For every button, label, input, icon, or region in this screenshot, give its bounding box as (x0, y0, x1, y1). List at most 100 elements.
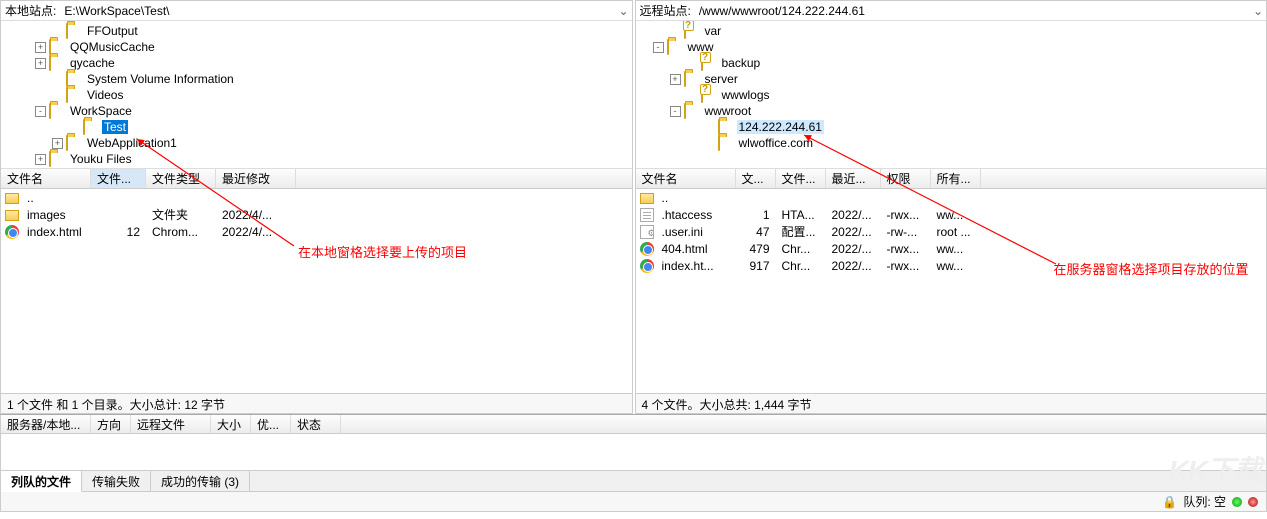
tree-row[interactable]: + QQMusicCache (1, 39, 632, 55)
list-item[interactable]: .htaccess1HTA...2022/...-rwx...ww... (636, 206, 1267, 223)
list-item[interactable]: images文件夹2022/4/... (1, 206, 632, 223)
bottom-status-bar: 🔒 队列: 空 (0, 492, 1267, 512)
tree-label[interactable]: qycache (68, 56, 117, 70)
transfer-col[interactable]: 远程文件 (131, 415, 211, 433)
tree-row[interactable]: -www (636, 39, 1267, 55)
cell: 479 (736, 242, 776, 256)
queue-status-label: 队列: 空 (1183, 493, 1226, 510)
column-header[interactable]: 文件名 (1, 169, 91, 188)
cell: Chrom... (146, 225, 216, 239)
tree-label[interactable]: System Volume Information (85, 72, 236, 86)
folder-icon (49, 56, 65, 70)
folder-icon (718, 120, 734, 134)
local-file-list[interactable]: ..images文件夹2022/4/...index.html12Chrom..… (1, 189, 632, 393)
transfer-header[interactable]: 服务器/本地...方向远程文件大小优...状态 (0, 414, 1267, 434)
transfer-col[interactable]: 优... (251, 415, 291, 433)
tree-toggle[interactable]: + (670, 74, 681, 85)
tree-row[interactable]: wwwlogs (636, 87, 1267, 103)
transfer-col[interactable]: 服务器/本地... (1, 415, 91, 433)
tree-row[interactable]: Test (1, 119, 632, 135)
folder-ic-icon (5, 193, 19, 204)
cell: .. (21, 191, 91, 205)
list-item[interactable]: .. (1, 189, 632, 206)
transfer-col[interactable]: 方向 (91, 415, 131, 433)
tree-row[interactable]: 124.222.244.61 (636, 119, 1267, 135)
tree-label[interactable]: FFOutput (85, 24, 140, 38)
folder-icon (718, 136, 734, 150)
remote-path-dropdown[interactable]: ⌄ (1250, 4, 1266, 18)
tree-toggle[interactable]: + (35, 42, 46, 53)
tree-toggle[interactable]: + (35, 58, 46, 69)
column-header[interactable]: 文... (736, 169, 776, 188)
folder-icon (66, 24, 82, 38)
cell: 2022/4/... (216, 225, 296, 239)
local-path-label: 本地站点: (1, 2, 60, 19)
column-header[interactable]: 最近... (826, 169, 881, 188)
column-header[interactable]: 文件名 (636, 169, 736, 188)
column-header[interactable]: 权限 (881, 169, 931, 188)
local-path-dropdown[interactable]: ⌄ (616, 4, 632, 18)
status-dot-red (1248, 497, 1258, 507)
transfer-col[interactable]: 状态 (291, 415, 341, 433)
tree-toggle[interactable]: + (35, 154, 46, 165)
tree-row[interactable]: var (636, 23, 1267, 39)
tree-row[interactable]: - WorkSpace (1, 103, 632, 119)
remote-list-header[interactable]: 文件名文...文件...最近...权限所有... (636, 169, 1267, 189)
tree-toggle[interactable]: - (670, 106, 681, 117)
folder-icon (49, 104, 65, 118)
tree-toggle[interactable]: - (35, 106, 46, 117)
remote-file-list[interactable]: ...htaccess1HTA...2022/...-rwx...ww....u… (636, 189, 1267, 393)
tree-label[interactable]: wwwlogs (720, 88, 772, 102)
tree-label[interactable]: backup (720, 56, 763, 70)
tree-row[interactable]: + WebApplication1 (1, 135, 632, 151)
tree-row[interactable]: Videos (1, 87, 632, 103)
list-item[interactable]: 404.html479Chr...2022/...-rwx...ww... (636, 240, 1267, 257)
tree-row[interactable]: + qycache (1, 55, 632, 71)
queue-tabs: 列队的文件传输失败成功的传输 (3) (0, 470, 1267, 492)
list-item[interactable]: index.ht...917Chr...2022/...-rwx...ww... (636, 257, 1267, 274)
tree-row[interactable]: +server (636, 71, 1267, 87)
tree-row[interactable]: backup (636, 55, 1267, 71)
cell: -rwx... (881, 259, 931, 273)
folder-icon (66, 88, 82, 102)
tree-label[interactable]: wlwoffice.com (737, 136, 815, 150)
tree-label[interactable]: Videos (85, 88, 125, 102)
folder-icon (49, 152, 65, 166)
tree-label[interactable]: WorkSpace (68, 104, 134, 118)
remote-tree[interactable]: var-wwwbackup+serverwwwlogs - wwwroot 124.2… (636, 21, 1267, 169)
column-header[interactable]: 最近修改 (216, 169, 296, 188)
list-item[interactable]: .. (636, 189, 1267, 206)
local-list-header[interactable]: 文件名文件...文件类型最近修改 (1, 169, 632, 189)
tree-label[interactable]: Youku Files (68, 152, 134, 166)
cell: 917 (736, 259, 776, 273)
tree-label[interactable]: WebApplication1 (85, 136, 179, 150)
column-header[interactable]: 文件... (776, 169, 826, 188)
cell: 2022/... (826, 225, 881, 239)
column-header[interactable]: 所有... (931, 169, 981, 188)
list-item[interactable]: index.html12Chrom...2022/4/... (1, 223, 632, 240)
list-item[interactable]: .user.ini47配置...2022/...-rw-...root ... (636, 223, 1267, 240)
transfer-queue[interactable] (0, 434, 1267, 470)
column-header[interactable]: 文件类型 (146, 169, 216, 188)
transfer-col[interactable]: 大小 (211, 415, 251, 433)
tree-row[interactable]: wlwoffice.com (636, 135, 1267, 151)
queue-tab[interactable]: 成功的传输 (3) (151, 471, 250, 491)
local-tree[interactable]: FFOutput + QQMusicCache + qycache System Volu… (1, 21, 632, 169)
tree-row[interactable]: FFOutput (1, 23, 632, 39)
cell: 配置... (776, 223, 826, 240)
queue-tab[interactable]: 列队的文件 (1, 471, 82, 492)
tree-label[interactable]: 124.222.244.61 (737, 120, 824, 134)
queue-tab[interactable]: 传输失败 (82, 471, 151, 491)
tree-label[interactable]: var (703, 24, 724, 38)
remote-path-input[interactable] (695, 2, 1250, 20)
tree-label[interactable]: QQMusicCache (68, 40, 157, 54)
tree-label[interactable]: wwwroot (703, 104, 754, 118)
local-path-input[interactable] (60, 2, 615, 20)
column-header[interactable]: 文件... (91, 169, 146, 188)
tree-label[interactable]: Test (102, 120, 128, 134)
tree-row[interactable]: System Volume Information (1, 71, 632, 87)
tree-row[interactable]: - wwwroot (636, 103, 1267, 119)
tree-toggle[interactable]: - (653, 42, 664, 53)
tree-row[interactable]: + Youku Files (1, 151, 632, 167)
tree-toggle[interactable]: + (52, 138, 63, 149)
